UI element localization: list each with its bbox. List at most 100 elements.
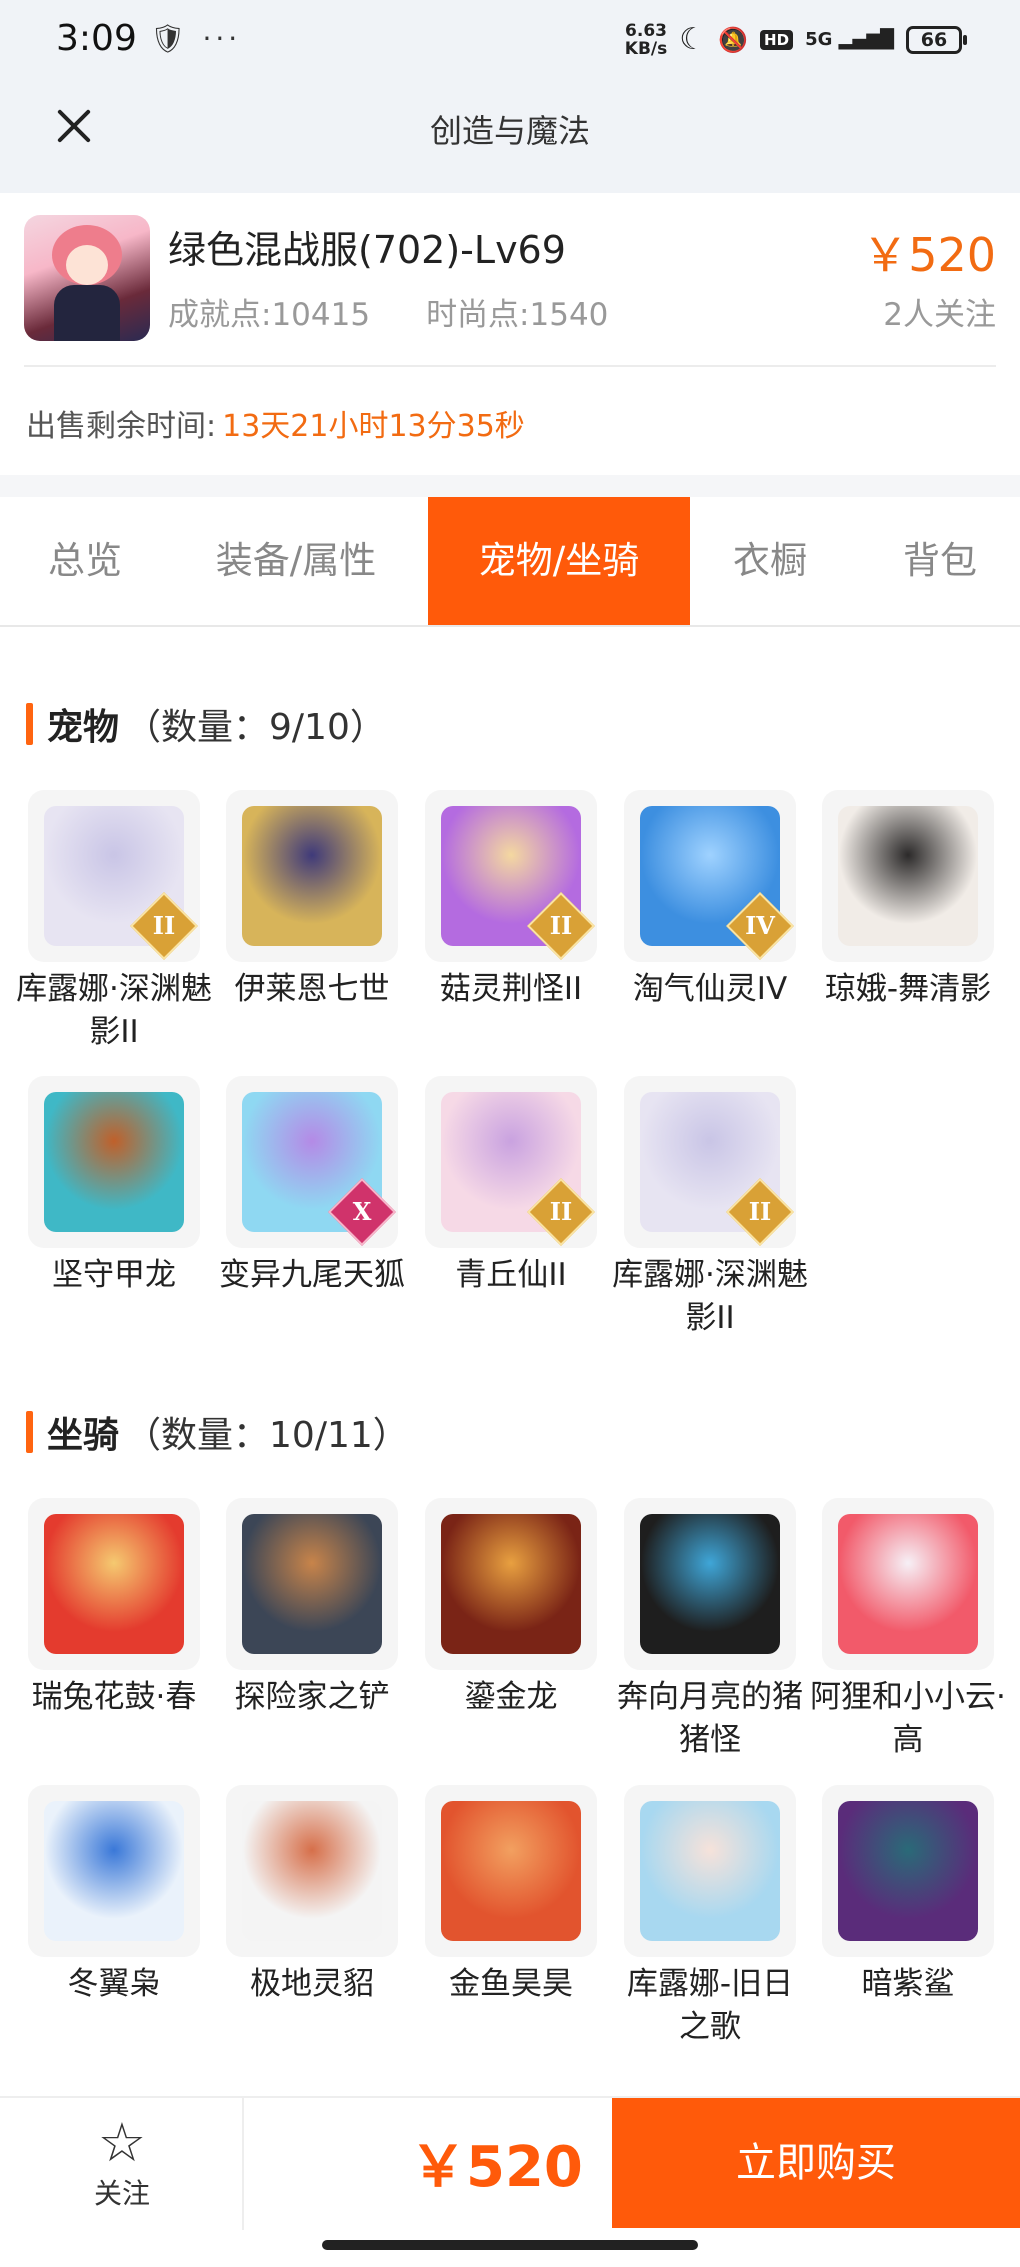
item-name: 琼娥-舞清影 [824,971,992,1007]
bell-off-icon: 🔕 [718,26,749,54]
item-name: 库露娜·深渊魅影II [612,1257,808,1336]
tab-wardrobe[interactable]: 衣橱 [700,497,840,625]
item-art [242,1514,382,1654]
achievement-points: 成就点:10415 [168,297,371,333]
mounts-title: 坐骑 [47,1415,120,1456]
tab-backpack[interactable]: 背包 [870,497,1010,625]
section-marker [26,1411,33,1453]
grid-item[interactable]: 冬翼枭 [28,1785,204,2006]
item-art [640,1801,780,1941]
item-price: ￥520 [862,228,996,282]
grid-item[interactable]: 库露娜-旧日之歌 [624,1785,800,2049]
section-marker [26,703,33,745]
grid-item[interactable]: 暗紫鲨 [822,1785,998,2006]
section-gap [0,475,1020,497]
pets-section-title: 宠物 （数量：9/10） [26,698,386,750]
grid-item[interactable]: II 菇灵荆怪II [425,790,601,1011]
remaining-time: 出售剩余时间: 13天21小时13分35秒 [26,401,525,445]
grid-item[interactable]: II 库露娜·深渊魅影II [612,1076,808,1340]
item-name: 青丘仙II [455,1257,567,1293]
item-name: 极地灵貂 [250,1966,374,2002]
tier-badge-text: II [549,911,573,940]
item-name: 冬翼枭 [67,1966,161,2002]
grid-item[interactable]: 坚守甲龙 [28,1076,204,1297]
item-thumbnail [624,1785,796,1957]
top-area: 3:09 🛡 ··· 6.63 KB/s ☾ 🔕 HD 5G ▂▄▆█ 66 创… [0,0,1020,193]
buy-now-button[interactable]: 立即购买 [612,2098,1020,2228]
item-name: 淘气仙灵IV [632,971,788,1007]
tab-equipment[interactable]: 装备/属性 [190,497,402,625]
tab-overview[interactable]: 总览 [0,497,170,625]
item-name: 阿狸和小小云·高 [810,1679,1006,1758]
item-art [838,1514,978,1654]
grid-item[interactable]: II 青丘仙II [425,1076,601,1297]
item-thumbnail [822,1785,994,1957]
tier-badge-text: X [352,1197,372,1226]
home-indicator [322,2240,698,2250]
tier-badge-text: II [549,1197,573,1226]
tier-badge-text: IV [745,911,775,940]
follower-count: 2人关注 [883,297,996,333]
grid-item[interactable]: X 变异九尾天狐 [219,1076,405,1297]
tab-pets-mounts[interactable]: 宠物/坐骑 [428,497,690,625]
grid-item[interactable]: IV 淘气仙灵IV [624,790,800,1011]
grid-item[interactable]: 伊莱恩七世 [226,790,402,1011]
character-avatar [24,215,150,341]
status-notification-icons: 🛡 ··· [150,22,242,55]
item-thumbnail [226,1785,398,1957]
item-thumbnail [28,1785,200,1957]
item-info-card: 绿色混战服(702)-Lv69 成就点:10415 时尚点:1540 ￥520 … [0,193,1020,475]
item-art [838,1801,978,1941]
item-thumbnail [28,1076,200,1248]
grid-item[interactable]: 奔向月亮的猪猪怪 [617,1498,803,1762]
pets-title: 宠物 [47,707,120,748]
mounts-section-title: 坐骑 （数量：10/11） [26,1406,409,1458]
item-name: 库露娜·深渊魅影II [16,971,212,1050]
item-name: 探险家之铲 [234,1679,390,1715]
star-icon: ☆ [97,2111,147,2174]
item-name: 暗紫鲨 [861,1966,955,2002]
item-name: 奔向月亮的猪猪怪 [617,1679,803,1758]
status-time: 3:09 [56,18,137,59]
status-right-icons: 6.63 KB/s ☾ 🔕 HD 5G ▂▄▆█ 66 [625,22,967,58]
grid-item[interactable]: 琼娥-舞清影 [822,790,998,1011]
remaining-time-value: 13天21小时13分35秒 [222,409,525,444]
item-thumbnail [425,1498,597,1670]
bottom-action-bar: ☆ 关注 ￥520 立即购买 [0,2096,1020,2230]
item-art [44,1801,184,1941]
item-thumbnail [226,1498,398,1670]
item-thumbnail: II [425,790,597,962]
item-thumbnail [425,1785,597,1957]
fashion-points: 时尚点:1540 [426,297,609,333]
item-art [44,1092,184,1232]
grid-item[interactable]: 金鱼昊昊 [425,1785,601,2006]
grid-item[interactable]: 探险家之铲 [226,1498,402,1719]
item-art [242,806,382,946]
moon-icon: ☾ [679,22,707,57]
item-art [441,1801,581,1941]
mounts-count: （数量：10/11） [125,1415,409,1456]
item-thumbnail: II [624,1076,796,1248]
item-name: 坚守甲龙 [52,1257,176,1293]
item-thumbnail [226,790,398,962]
item-art [838,806,978,946]
item-thumbnail [822,1498,994,1670]
item-name: 菇灵荆怪II [439,971,583,1007]
divider [24,365,996,367]
pets-count: （数量：9/10） [125,707,386,748]
follow-button[interactable]: ☆ 关注 [60,2114,184,2218]
remaining-time-label: 出售剩余时间: [26,409,217,444]
grid-item[interactable]: 阿狸和小小云·高 [810,1498,1006,1762]
item-meta: 成就点:10415 时尚点:1540 [168,289,608,334]
grid-item[interactable]: 瑞兔花鼓·春 [28,1498,204,1719]
grid-item[interactable]: 极地灵貂 [226,1785,402,2006]
grid-item[interactable]: II 库露娜·深渊魅影II [16,790,212,1054]
item-art [44,1514,184,1654]
net-speed: 6.63 KB/s [625,22,667,58]
grid-item[interactable]: 鎏金龙 [425,1498,601,1719]
item-thumbnail [28,1498,200,1670]
net-speed-value: 6.63 [625,21,667,41]
item-name: 鎏金龙 [464,1679,558,1715]
page-title: 创造与魔法 [429,112,590,150]
tier-badge-text: II [152,911,176,940]
